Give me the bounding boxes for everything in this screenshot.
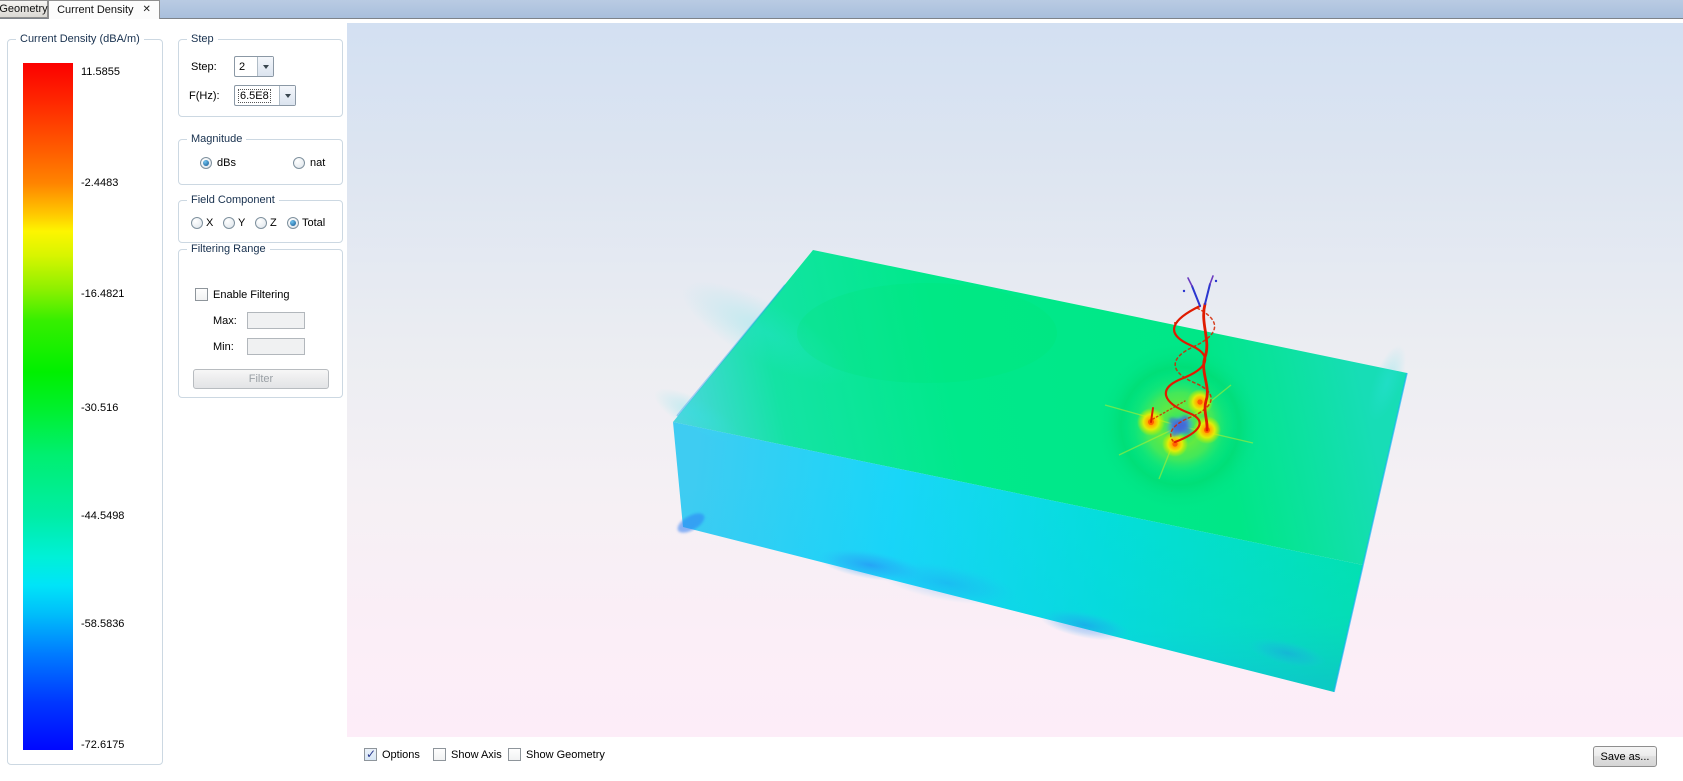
min-input[interactable] <box>247 338 305 355</box>
radio-z-label[interactable]: Z <box>270 217 277 230</box>
show-axis-label[interactable]: Show Axis <box>451 749 502 762</box>
chevron-down-icon[interactable] <box>257 57 273 76</box>
field-component-group: Field Component X Y Z Total <box>178 200 343 243</box>
3d-view-canvas[interactable] <box>347 23 1683 737</box>
tab-current-density-label: Current Density <box>57 4 133 16</box>
scale-value: 11.5855 <box>81 66 159 78</box>
scale-value: -58.5836 <box>81 618 159 630</box>
freq-dropdown[interactable]: 6.5E8 <box>234 85 296 106</box>
legend-panel: Current Density (dBA/m) 11.5855 -2.4483 … <box>7 39 163 765</box>
step-dropdown[interactable]: 2 <box>234 56 274 77</box>
scale-value: -2.4483 <box>81 177 159 189</box>
scale-value: -44.5498 <box>81 510 159 522</box>
options-checkbox[interactable] <box>364 748 377 761</box>
show-geometry-checkbox[interactable] <box>508 748 521 761</box>
enable-filtering-label[interactable]: Enable Filtering <box>213 289 289 302</box>
magnitude-group: Magnitude dBs nat <box>178 139 343 185</box>
step-dropdown-value: 2 <box>235 57 257 76</box>
magnitude-group-title: Magnitude <box>187 133 246 145</box>
step-group-title: Step <box>187 33 218 45</box>
filtering-group-title: Filtering Range <box>187 243 270 255</box>
current-density-window: Geometry Current Density ✕ Current Densi… <box>0 0 1683 781</box>
filter-button[interactable]: Filter <box>193 369 329 389</box>
color-scale-bar <box>23 63 73 750</box>
tab-bar: Geometry Current Density ✕ <box>0 0 1683 19</box>
legend-title: Current Density (dBA/m) <box>16 33 144 45</box>
max-label: Max: <box>213 315 237 328</box>
radio-dbs-label[interactable]: dBs <box>217 157 236 170</box>
radio-y[interactable] <box>223 217 235 229</box>
save-as-button[interactable]: Save as... <box>1593 746 1657 767</box>
scale-value: -16.4821 <box>81 288 159 300</box>
field-group-title: Field Component <box>187 194 279 206</box>
scale-value: -72.6175 <box>81 739 159 751</box>
viewport-toolbar: Options Show Axis Show Geometry Save as.… <box>347 737 1683 781</box>
show-axis-checkbox[interactable] <box>433 748 446 761</box>
radio-x-label[interactable]: X <box>206 217 213 230</box>
options-label[interactable]: Options <box>382 749 420 762</box>
min-label: Min: <box>213 341 234 354</box>
freq-label: F(Hz): <box>189 90 220 103</box>
show-geometry-label[interactable]: Show Geometry <box>526 749 605 762</box>
step-group: Step Step: 2 F(Hz): 6.5E8 <box>178 39 343 117</box>
tab-current-density[interactable]: Current Density ✕ <box>48 0 160 19</box>
radio-y-label[interactable]: Y <box>238 217 245 230</box>
tab-geometry[interactable]: Geometry <box>0 0 48 18</box>
scale-value: -30.516 <box>81 402 159 414</box>
enable-filtering-checkbox[interactable] <box>195 288 208 301</box>
radio-dbs[interactable] <box>200 157 212 169</box>
radio-total[interactable] <box>287 217 299 229</box>
simulation-slab <box>647 250 1414 692</box>
radio-nat[interactable] <box>293 157 305 169</box>
max-input[interactable] <box>247 312 305 329</box>
filtering-range-group: Filtering Range Enable Filtering Max: Mi… <box>178 249 343 398</box>
radio-z[interactable] <box>255 217 267 229</box>
close-tab-icon[interactable]: ✕ <box>143 5 151 15</box>
radio-total-label[interactable]: Total <box>302 217 325 230</box>
3d-viewport[interactable] <box>347 23 1683 737</box>
chevron-down-icon[interactable] <box>279 86 295 105</box>
step-label: Step: <box>191 61 217 74</box>
tab-geometry-label: Geometry <box>0 3 48 15</box>
freq-dropdown-value: 6.5E8 <box>239 90 270 102</box>
radio-x[interactable] <box>191 217 203 229</box>
radio-nat-label[interactable]: nat <box>310 157 325 170</box>
current-density-hotspot <box>1098 344 1262 508</box>
